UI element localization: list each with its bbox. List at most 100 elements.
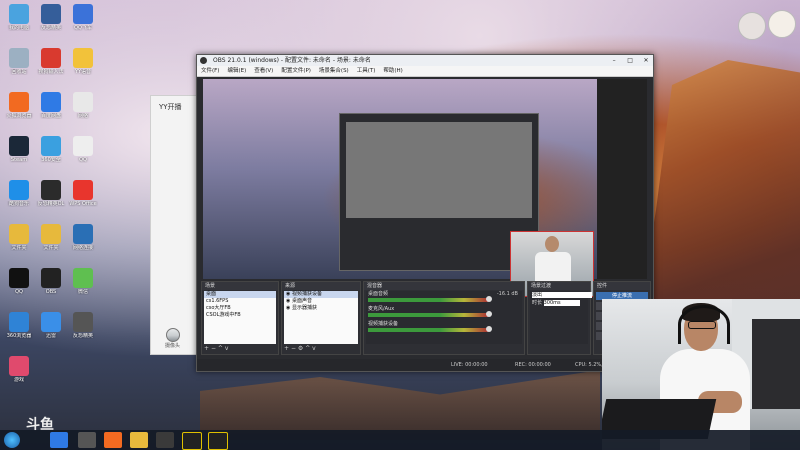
scene-item[interactable]: cso大厅FB — [204, 305, 276, 312]
app-icon — [41, 4, 61, 24]
source-item[interactable]: ◉ 显示器捕获 — [284, 305, 358, 312]
start-button[interactable] — [4, 432, 20, 448]
source-item[interactable]: ◉ 视频捕获设备 — [284, 291, 358, 298]
desktop-icon[interactable]: 游戏 — [4, 356, 34, 383]
mixer-header: 混音器 — [364, 282, 524, 290]
obs-logo-icon — [200, 57, 207, 64]
maximize-icon[interactable]: □ — [623, 55, 637, 66]
obs-titlebar[interactable]: OBS 21.0.1 (windows) - 配置文件: 未命名 - 场景: 未… — [197, 55, 653, 66]
desktop-icon[interactable]: 网络连接 — [68, 224, 98, 251]
up-icon[interactable]: ^ — [218, 345, 223, 352]
desktop-icon[interactable]: QQ — [68, 136, 98, 163]
desktop-icon[interactable]: 网络 — [68, 92, 98, 119]
app-icon — [73, 268, 93, 288]
source-label: 视频捕获设备 — [291, 291, 322, 297]
desktop-icon-label: 微信 — [77, 289, 88, 295]
desktop-icon[interactable]: 文件夹 — [4, 224, 34, 251]
minimize-icon[interactable]: – — [607, 55, 621, 66]
volume-slider[interactable] — [486, 326, 492, 332]
desktop-icon[interactable]: QQ飞车 — [68, 4, 98, 31]
taskbar-item-ie[interactable] — [50, 432, 68, 448]
desktop-icon[interactable]: OBS — [36, 268, 66, 295]
desktop-icon[interactable]: 文件夹 — [36, 224, 66, 251]
desktop-icon[interactable]: 微信 — [68, 268, 98, 295]
mixer-channel: 视频捕获设备 — [366, 321, 522, 336]
menu-item[interactable]: 场景集合(S) — [315, 68, 353, 74]
taskbar-item-game[interactable] — [78, 432, 96, 448]
add-icon[interactable]: + — [284, 345, 289, 352]
desktop-icon[interactable]: YY语音 — [68, 48, 98, 75]
desktop-icon[interactable]: 反恐精英OL — [36, 180, 66, 207]
widget-icon-right[interactable] — [768, 10, 796, 38]
desktop-icon-label: 迅雷 — [45, 333, 56, 339]
desktop-icon[interactable]: 回收站 — [4, 48, 34, 75]
remove-icon[interactable]: − — [211, 345, 216, 352]
desktop-icon[interactable]: 搜狗输入法 — [36, 48, 66, 75]
widget-icon-left[interactable] — [738, 12, 766, 40]
yy-live-panel: YY开播 摄像头 — [150, 95, 200, 355]
duration-input[interactable]: 300ms — [543, 299, 580, 306]
scene-item[interactable]: CSOL游戏中FB — [204, 312, 276, 319]
transitions-header: 场景过渡 — [528, 282, 590, 290]
desktop-icon[interactable]: QQ — [4, 268, 34, 295]
volume-slider[interactable] — [486, 311, 492, 317]
desktop-icon[interactable]: 我的电脑 — [4, 4, 34, 31]
menu-item[interactable]: 文件(F) — [197, 68, 223, 74]
up-icon[interactable]: ^ — [305, 345, 310, 352]
volume-meter — [368, 313, 488, 317]
transition-select[interactable]: 淡出 — [532, 291, 592, 298]
taskbar-item-app[interactable] — [208, 432, 228, 450]
menu-item[interactable]: 工具(T) — [353, 68, 380, 74]
transition-select-row: 淡出 — [530, 291, 592, 299]
desktop-icon[interactable]: WPS Office — [68, 180, 98, 207]
camera-icon[interactable] — [166, 328, 180, 342]
menu-item[interactable]: 帮助(H) — [379, 68, 406, 74]
add-icon[interactable]: + — [204, 345, 209, 352]
desktop-icon-label: 反恐精英 — [40, 25, 61, 31]
desktop-icon[interactable]: 火狐浏览器 — [4, 92, 34, 119]
obs-statusbar: LIVE: 00:00:00 REC: 00:00:00 CPU: 5.2%, … — [197, 359, 653, 371]
app-icon — [41, 136, 61, 156]
volume-slider[interactable] — [486, 296, 492, 302]
app-icon — [73, 4, 93, 24]
desktop-icon[interactable]: Steam — [4, 136, 34, 163]
desktop-icon[interactable]: 反恐精英 — [68, 312, 98, 339]
mixer-list: 桌面音频 -16.1 dB 麦克风/Aux 视频捕获设备 — [366, 291, 522, 344]
scenes-footer: + − ^ v — [204, 345, 228, 353]
scenes-header: 场景 — [202, 282, 278, 290]
duration-row: 时长 300ms — [530, 299, 588, 307]
desktop-icon[interactable]: 反恐精英 — [36, 4, 66, 31]
desktop-icon[interactable]: 迅雷 — [36, 312, 66, 339]
obs-preview[interactable] — [203, 79, 647, 297]
source-label: 桌面声音 — [291, 298, 312, 304]
taskbar-item-firefox[interactable] — [104, 432, 122, 448]
source-item[interactable]: ◉ 桌面声音 — [284, 298, 358, 305]
obs-window-title: OBS 21.0.1 (windows) - 配置文件: 未命名 - 场景: 未… — [213, 57, 371, 64]
menu-item[interactable]: 配置文件(P) — [277, 68, 315, 74]
scene-item[interactable]: cs1.6FPS — [204, 298, 276, 305]
taskbar-item-yy[interactable] — [182, 432, 202, 450]
down-icon[interactable]: v — [225, 345, 229, 352]
app-icon — [41, 92, 61, 112]
close-icon[interactable]: ✕ — [639, 55, 653, 66]
desktop-icon-label: 文件夹 — [43, 245, 59, 251]
headset-icon — [678, 305, 730, 344]
desktop-icon[interactable]: 360浏览器 — [4, 312, 34, 339]
desktop-icon[interactable]: 360安全 — [36, 136, 66, 163]
taskbar-item-obs[interactable] — [156, 432, 174, 448]
rec-time: REC: 00:00:00 — [515, 362, 551, 368]
gear-icon[interactable]: ⚙ — [298, 345, 303, 352]
desktop-icon[interactable]: 百度网盘 — [36, 92, 66, 119]
menu-item[interactable]: 查看(V) — [250, 68, 277, 74]
remove-icon[interactable]: − — [291, 345, 296, 352]
app-icon — [41, 268, 61, 288]
app-icon — [9, 356, 29, 376]
floating-widget[interactable] — [738, 10, 796, 40]
desktop-icon[interactable]: 酷狗音乐 — [4, 180, 34, 207]
down-icon[interactable]: v — [312, 345, 316, 352]
desktop-icon-label: 360安全 — [41, 157, 61, 163]
menu-item[interactable]: 编辑(E) — [223, 68, 250, 74]
obs-menubar: 文件(F) 编辑(E) 查看(V) 配置文件(P) 场景集合(S) 工具(T) 帮助(H) — [197, 66, 653, 77]
scene-item[interactable]: 桌面 — [204, 291, 276, 298]
taskbar-item-explorer[interactable] — [130, 432, 148, 448]
